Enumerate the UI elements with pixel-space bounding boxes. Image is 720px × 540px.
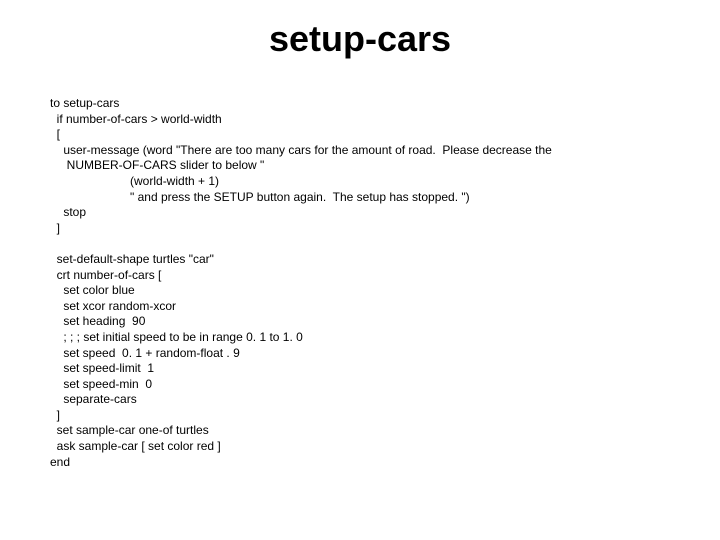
code-line: crt number-of-cars [ bbox=[50, 268, 161, 282]
code-line: set speed-min 0 bbox=[50, 377, 152, 391]
code-line: stop bbox=[50, 205, 86, 219]
code-line: ; ; ; set initial speed to be in range 0… bbox=[50, 330, 303, 344]
slide: setup-cars to setup-cars if number-of-ca… bbox=[0, 0, 720, 540]
code-line: NUMBER-OF-CARS slider to below " bbox=[50, 158, 264, 172]
code-line: " and press the SETUP button again. The … bbox=[50, 190, 470, 204]
code-line: set speed 0. 1 + random-float . 9 bbox=[50, 346, 240, 360]
code-line: [ bbox=[50, 127, 60, 141]
code-line: if number-of-cars > world-width bbox=[50, 112, 222, 126]
code-line: set-default-shape turtles "car" bbox=[50, 252, 214, 266]
code-line: (world-width + 1) bbox=[50, 174, 219, 188]
code-line: separate-cars bbox=[50, 392, 137, 406]
code-line: set heading 90 bbox=[50, 314, 145, 328]
code-line: ask sample-car [ set color red ] bbox=[50, 439, 221, 453]
code-line: ] bbox=[50, 221, 60, 235]
code-line: set color blue bbox=[50, 283, 135, 297]
code-block: to setup-cars if number-of-cars > world-… bbox=[50, 96, 680, 470]
code-line: ] bbox=[50, 408, 60, 422]
code-line: set speed-limit 1 bbox=[50, 361, 154, 375]
slide-title: setup-cars bbox=[0, 18, 720, 60]
code-line: user-message (word "There are too many c… bbox=[50, 143, 552, 157]
code-line: set xcor random-xcor bbox=[50, 299, 176, 313]
code-line: end bbox=[50, 455, 70, 469]
code-line: set sample-car one-of turtles bbox=[50, 423, 209, 437]
code-line: to setup-cars bbox=[50, 96, 119, 110]
